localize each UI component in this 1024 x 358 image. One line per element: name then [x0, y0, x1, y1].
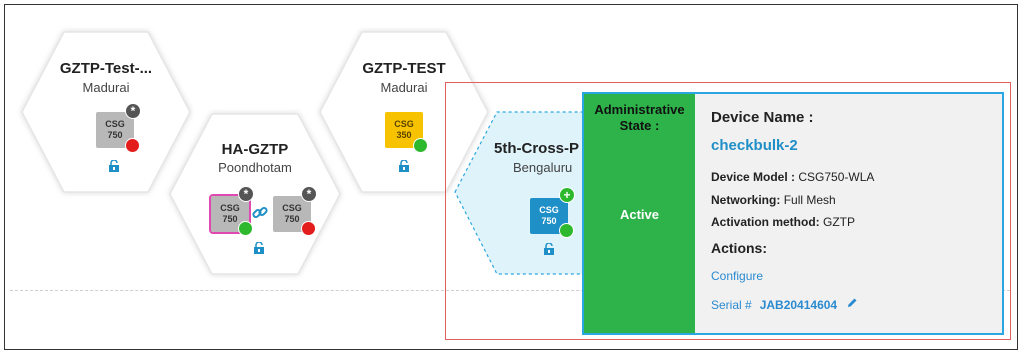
device-model-row: Device Model : CSG750-WLA — [711, 170, 874, 184]
configure-link[interactable]: Configure — [711, 269, 763, 283]
activation-value: GZTP — [823, 215, 856, 229]
chip-model: CSG — [220, 203, 240, 213]
asterisk-badge-icon: * — [125, 103, 141, 119]
device-details-popup: Administrative State : Active Device Nam… — [582, 92, 1004, 335]
admin-state-label: Administrative State : — [594, 102, 685, 133]
hex-title: HA-GZTP — [221, 141, 289, 158]
networking-value: Full Mesh — [783, 193, 836, 207]
chip-model: CSG — [394, 119, 414, 129]
asterisk-badge-icon: * — [301, 186, 317, 202]
activation-label: Activation method: — [711, 215, 820, 229]
status-dot-icon — [413, 138, 428, 153]
lock-open-icon[interactable] — [398, 160, 410, 172]
hex-subtitle: Poondhotam — [218, 160, 292, 175]
lock-open-icon[interactable] — [108, 160, 120, 172]
admin-state-value: Active — [619, 207, 660, 222]
chip-sub: 750 — [284, 214, 300, 224]
status-dot-icon — [238, 221, 253, 236]
serial-row: Serial # JAB20414604 — [711, 297, 858, 312]
admin-state-panel: Administrative State : Active — [584, 94, 695, 333]
serial-value: JAB20414604 — [759, 298, 838, 312]
actions-label: Actions: — [711, 240, 767, 256]
link-icon — [252, 206, 268, 219]
hex-title: GZTP-Test-... — [59, 60, 153, 77]
chip-sub: 350 — [396, 130, 412, 140]
hex-subtitle: Madurai — [82, 80, 130, 95]
device-name-label: Device Name : — [711, 109, 814, 126]
asterisk-badge-icon: * — [238, 186, 254, 202]
networking-row: Networking: Full Mesh — [711, 193, 836, 207]
chip-model: CSG — [282, 203, 302, 213]
device-model-value: CSG750-WLA — [798, 170, 875, 184]
hex-subtitle: Madurai — [380, 80, 428, 95]
serial-label: Serial # — [711, 298, 752, 312]
networking-label: Networking: — [711, 193, 781, 207]
hex-title: GZTP-TEST — [362, 60, 446, 77]
status-dot-icon — [125, 138, 140, 153]
pencil-icon[interactable] — [846, 297, 858, 309]
chip-sub: 750 — [222, 214, 238, 224]
device-name-link[interactable]: checkbulk-2 — [711, 137, 798, 154]
device-model-label: Device Model : — [711, 170, 796, 184]
chip-model: CSG — [105, 119, 125, 129]
activation-row: Activation method: GZTP — [711, 215, 855, 229]
status-dot-icon — [301, 221, 316, 236]
lock-open-icon[interactable] — [253, 242, 265, 254]
chip-sub: 750 — [107, 130, 123, 140]
